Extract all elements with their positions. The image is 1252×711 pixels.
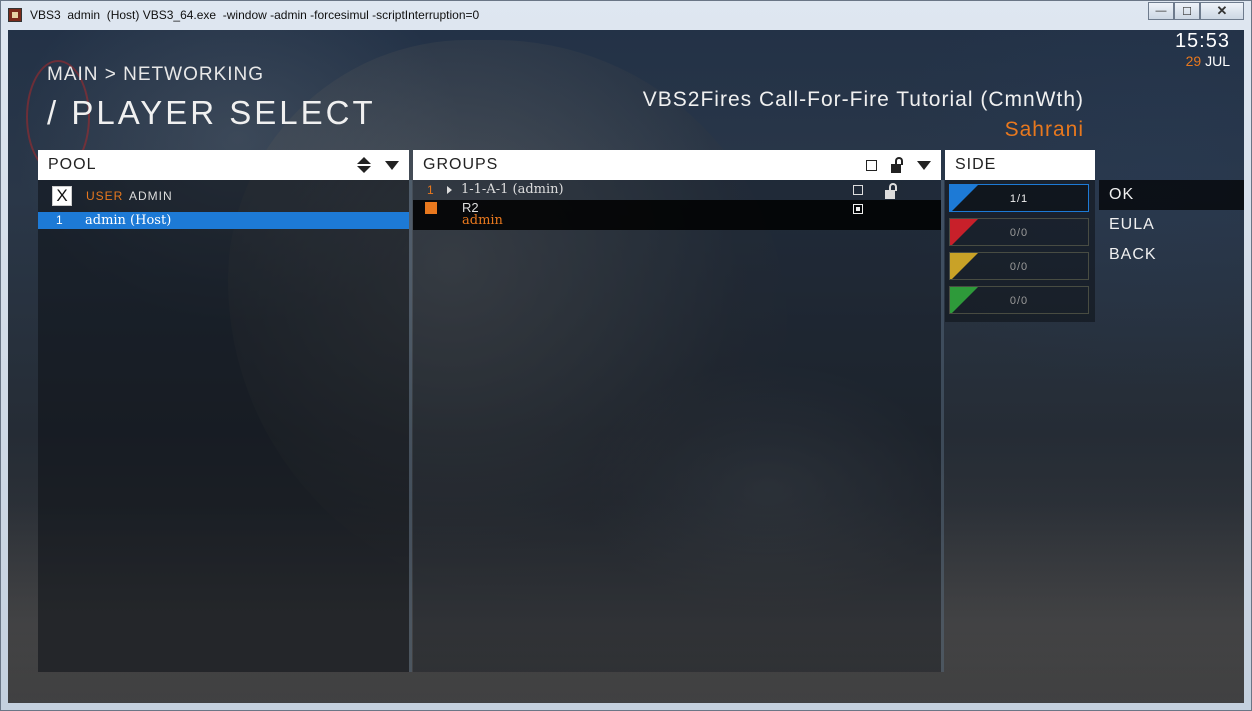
window-title: VBS3 admin (Host) VBS3_64.exe -window -a… [30,8,480,22]
role-checkbox-checked[interactable] [853,204,863,214]
clock-day: 29 [1185,53,1202,69]
side-color-marker [950,219,978,245]
lock-icon[interactable] [891,157,903,173]
side-slot-count: 0/0 [1009,227,1029,239]
minimize-button[interactable]: — [1148,2,1174,20]
groups-dropdown-icon[interactable] [917,160,931,170]
pool-player-row[interactable]: 1 admin (Host) [38,212,409,229]
mission-map: Sahrani [1004,118,1084,141]
clock-month: JUL [1205,53,1230,69]
pool-list: X USER ADMIN 1 admin (Host) [38,180,409,672]
groups-header: GROUPS [413,150,941,180]
side-slot-independent[interactable]: 0/0 [949,252,1089,280]
user-filter-tab[interactable]: USER [86,189,123,203]
back-button[interactable]: BACK [1099,240,1244,270]
mission-title: VBS2Fires Call-For-Fire Tutorial (CmnWth… [642,88,1084,111]
side-header-label: SIDE [955,156,997,173]
groups-header-label: GROUPS [423,156,499,173]
side-slot-opfor[interactable]: 0/0 [949,218,1089,246]
app-icon [8,8,22,22]
side-slot-blufor[interactable]: 1/1 [949,184,1089,212]
groups-list: 1 1-1-A-1 (admin) R2 admin [413,180,941,672]
pool-row-number: 1 [56,213,63,227]
clock-date: 29 JUL [1175,53,1230,69]
side-color-marker [950,253,978,279]
pool-header: POOL [38,150,409,180]
admin-filter-tab[interactable]: ADMIN [129,189,173,203]
clock: 15:53 29 JUL [1175,30,1230,69]
side-slot-count: 0/0 [1009,261,1029,273]
close-filter-icon[interactable]: X [52,186,72,206]
sort-icon[interactable] [357,157,371,173]
page-title: / PLAYER SELECT [47,94,376,131]
action-menu: OK EULA BACK [1099,180,1244,270]
side-slot-civilian[interactable]: 0/0 [949,286,1089,314]
title-bar[interactable]: VBS3 admin (Host) VBS3_64.exe -window -a… [0,0,1252,30]
eula-button[interactable]: EULA [1099,210,1244,240]
close-button[interactable]: ✕ [1200,2,1244,20]
game-viewport: 15:53 29 JUL MAIN > NETWORKING / PLAYER … [8,30,1244,703]
side-header: SIDE [945,150,1095,180]
breadcrumb: MAIN > NETWORKING [47,64,265,85]
group-number: 1 [427,183,434,197]
side-slot-count: 0/0 [1009,295,1029,307]
group-checkbox[interactable] [853,185,863,195]
pool-row-name: admin (Host) [85,213,172,228]
side-list: 1/1 0/0 0/0 0/0 [945,180,1095,322]
checkbox-icon[interactable] [866,159,877,171]
group-row[interactable]: 1 1-1-A-1 (admin) [413,180,941,200]
pool-header-label: POOL [48,156,97,173]
group-name: 1-1-A-1 (admin) [461,182,564,197]
role-color-swatch [425,202,437,214]
expand-caret-icon[interactable] [447,186,452,194]
panel-divider [941,180,944,672]
side-color-marker [950,185,978,211]
group-lock-icon[interactable] [885,183,897,199]
pool-dropdown-icon[interactable] [385,160,399,170]
panel-divider [409,180,412,672]
role-player-name: admin [462,213,503,228]
ok-button[interactable]: OK [1099,180,1244,210]
side-slot-count: 1/1 [1009,193,1029,205]
role-slot-row[interactable]: R2 admin [413,200,941,230]
pool-filter-bar: X USER ADMIN [38,180,409,210]
clock-time: 15:53 [1174,30,1230,52]
maximize-button[interactable]: ☐ [1174,2,1200,20]
side-color-marker [950,287,978,313]
